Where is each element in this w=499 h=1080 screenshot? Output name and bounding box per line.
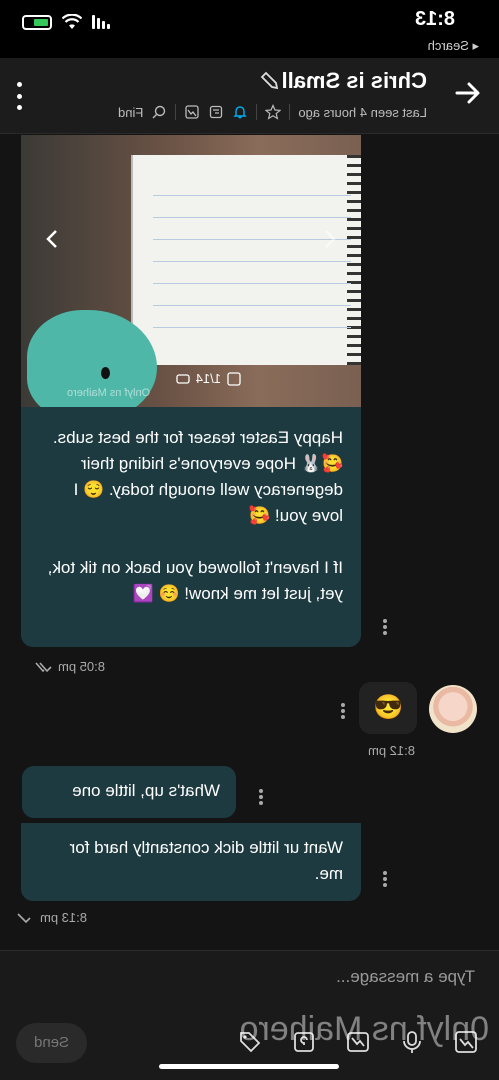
contact-name[interactable]: Chris is Small bbox=[281, 68, 427, 94]
previous-media-icon[interactable] bbox=[317, 227, 341, 251]
message-input[interactable]: Type a message... bbox=[336, 967, 475, 987]
message-options-icon[interactable] bbox=[259, 789, 263, 805]
divider bbox=[175, 104, 177, 120]
message-list[interactable]: 1/14 Onlyf ns Maihero Happy Easter tease… bbox=[0, 135, 499, 950]
notebook-image bbox=[131, 155, 361, 365]
cellular-signal-icon bbox=[92, 15, 110, 29]
sent-checkmark-icon bbox=[17, 912, 31, 923]
pencil-icon[interactable] bbox=[259, 70, 281, 92]
find-label[interactable]: Find bbox=[118, 105, 143, 120]
overlay-watermark: 0nlyf ns Maihero bbox=[239, 1010, 489, 1048]
chat-header: Chris is Small Last seen 4 hours ago Fin… bbox=[0, 58, 499, 134]
send-button[interactable]: Send bbox=[16, 1023, 88, 1063]
media-attachment[interactable]: 1/14 Onlyf ns Maihero bbox=[21, 135, 361, 407]
system-icons bbox=[22, 14, 110, 30]
message-bubble-caption[interactable]: Happy Easter teaser for the best subs. 🥰… bbox=[21, 407, 361, 647]
message-meta: 8:13 pm bbox=[12, 910, 87, 925]
next-media-icon[interactable] bbox=[41, 227, 65, 251]
message-bubble-long[interactable]: Want ur little dick constantly hard for … bbox=[21, 823, 361, 901]
header-subrow: Last seen 4 hours ago Find bbox=[118, 104, 427, 120]
message-options-icon[interactable] bbox=[383, 619, 387, 635]
wifi-icon bbox=[62, 14, 82, 29]
mirrored-screen: 8:13 ◂ Search Chris is Small Last seen 4… bbox=[0, 0, 499, 1080]
search-icon[interactable] bbox=[151, 104, 167, 120]
image-icon bbox=[227, 371, 241, 386]
message-options-icon[interactable] bbox=[341, 703, 345, 719]
gallery-icon[interactable] bbox=[184, 104, 200, 120]
avatar[interactable] bbox=[429, 685, 477, 733]
divider bbox=[289, 104, 291, 120]
video-icon bbox=[176, 373, 190, 384]
back-to-search-link[interactable]: ◂ Search bbox=[428, 38, 479, 54]
message-bubble-short[interactable]: What's up, little one bbox=[22, 766, 236, 818]
battery-icon bbox=[22, 14, 52, 30]
more-options-icon[interactable] bbox=[14, 82, 22, 110]
last-seen-text: Last seen 4 hours ago bbox=[298, 104, 427, 120]
home-indicator bbox=[159, 1064, 339, 1069]
message-time: 8:13 pm bbox=[40, 910, 87, 925]
status-bar: 8:13 ◂ Search bbox=[0, 0, 499, 58]
divider bbox=[256, 104, 258, 120]
message-time: 8:05 pm bbox=[58, 659, 105, 674]
message-meta: 8:05 pm bbox=[30, 659, 105, 674]
bell-icon[interactable] bbox=[232, 104, 248, 120]
media-watermark: Onlyf ns Maihero bbox=[67, 387, 151, 399]
clock: 8:13 bbox=[414, 8, 455, 30]
message-time: 8:12 pm bbox=[368, 743, 415, 758]
star-icon[interactable] bbox=[265, 104, 282, 120]
message-bubble-sent[interactable]: 😎 bbox=[359, 682, 417, 734]
message-text: Happy Easter teaser for the best subs. 🥰… bbox=[47, 428, 343, 603]
media-counter: 1/14 bbox=[176, 371, 241, 386]
message-options-icon[interactable] bbox=[383, 871, 387, 887]
read-checkmarks-icon bbox=[35, 661, 52, 672]
back-arrow-icon[interactable] bbox=[453, 78, 483, 108]
message-meta: 8:12 pm bbox=[368, 743, 415, 758]
notes-icon[interactable] bbox=[208, 104, 224, 120]
media-counter-text: 1/14 bbox=[195, 371, 221, 386]
